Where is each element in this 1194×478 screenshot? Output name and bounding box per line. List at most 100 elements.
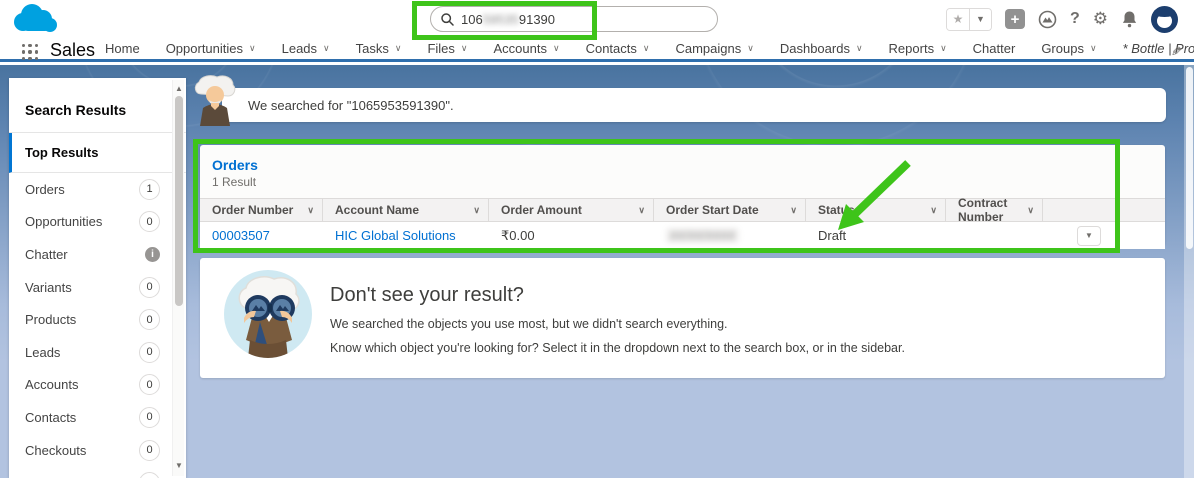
chevron-down-icon[interactable]: ∨	[747, 43, 754, 54]
favorites-dropdown-icon[interactable]: ▼	[968, 8, 991, 30]
global-search-input[interactable]: 106 59535 91390	[430, 6, 718, 32]
tab-contacts[interactable]: Contacts ∨	[586, 41, 650, 56]
sidebar-item-products[interactable]: Products 0	[9, 303, 186, 336]
search-results-sidebar: Search Results Top Results Orders 1 Oppor…	[9, 78, 186, 478]
tab-tasks[interactable]: Tasks ∨	[356, 41, 402, 56]
sidebar-item-variants[interactable]: Variants 0	[9, 271, 186, 304]
sidebar-item-accounts[interactable]: Accounts 0	[9, 369, 186, 402]
chevron-down-icon[interactable]: ∨	[930, 205, 937, 216]
tab-chatter[interactable]: Chatter	[973, 41, 1016, 56]
search-summary-banner: We searched for "1065953591390".	[222, 88, 1166, 122]
tab-opportunities[interactable]: Opportunities ∨	[166, 41, 256, 56]
nav-tab-bar: Home Opportunities ∨ Leads ∨ Tasks ∨ Files ∨…	[105, 41, 1194, 56]
app-name: Sales	[50, 40, 96, 60]
column-header-order-amount[interactable]: Order Amount ∨	[489, 199, 654, 221]
sidebar-item-orders[interactable]: Orders 1	[9, 173, 186, 206]
tab-home[interactable]: Home	[105, 41, 140, 56]
search-value-prefix: 106	[461, 11, 483, 27]
global-header: Sales 106 59535 91390 ★ ▼ + ? ⚙ Home Opp…	[0, 0, 1194, 62]
tab-bottle-product-temp[interactable]: * Bottle | Product∨✕	[1123, 41, 1194, 56]
order-start-date-redacted: ##/##/####	[666, 228, 740, 243]
edit-pencil-icon[interactable]: ✎	[1171, 44, 1182, 60]
chevron-down-icon[interactable]: ∨	[856, 43, 863, 54]
sidebar-item-error-messages[interactable]: Error Messages0	[9, 466, 186, 478]
tab-files[interactable]: Files ∨	[427, 41, 467, 56]
search-value-redacted: 59535	[482, 11, 519, 27]
salesforce-logo-icon	[14, 4, 57, 32]
chevron-down-icon[interactable]: ∨	[307, 205, 314, 216]
chevron-down-icon[interactable]: ∨	[249, 43, 256, 54]
global-actions-icon[interactable]: +	[1004, 9, 1025, 29]
page-scrollbar[interactable]	[1184, 65, 1194, 478]
chevron-down-icon[interactable]: ∨	[395, 43, 402, 54]
chevron-down-icon[interactable]: ∨	[1090, 43, 1097, 54]
scroll-up-icon[interactable]: ▲	[173, 84, 185, 93]
tab-dashboards[interactable]: Dashboards ∨	[780, 41, 863, 56]
column-header-account-name[interactable]: Account Name ∨	[323, 199, 489, 221]
salesforce-search-results-page: Sales 106 59535 91390 ★ ▼ + ? ⚙ Home Opp…	[0, 0, 1194, 478]
column-header-order-number[interactable]: Order Number ∨	[200, 199, 323, 221]
column-header-order-start-date[interactable]: Order Start Date ∨	[654, 199, 806, 221]
app-launcher-icon[interactable]	[22, 44, 39, 61]
sidebar-item-contacts[interactable]: Contacts 0	[9, 401, 186, 434]
favorites-control: ★ ▼	[945, 7, 992, 31]
setup-gear-icon[interactable]: ⚙	[1093, 9, 1108, 29]
count-badge: 0	[139, 276, 160, 298]
header-actions: ★ ▼ + ? ⚙	[945, 5, 1178, 33]
sidebar-item-leads[interactable]: Leads 0	[9, 336, 186, 369]
trailhead-icon[interactable]	[1038, 10, 1057, 29]
notifications-bell-icon[interactable]	[1121, 10, 1138, 28]
chevron-down-icon[interactable]: ∨	[790, 205, 797, 216]
chevron-down-icon[interactable]: ∨	[473, 205, 480, 216]
count-badge: 0	[139, 341, 160, 363]
search-summary-text: We searched for "1065953591390".	[248, 97, 454, 113]
chevron-down-icon[interactable]: ∨	[1027, 205, 1034, 216]
orders-table-header: Order Number ∨ Account Name ∨ Order Amount…	[200, 196, 1165, 224]
chevron-down-icon[interactable]: ∨	[323, 43, 330, 54]
sidebar-item-chatter[interactable]: Chatter i	[9, 238, 186, 271]
user-avatar[interactable]	[1151, 5, 1178, 33]
page-scrollbar-thumb[interactable]	[1185, 67, 1193, 249]
count-badge: 0	[139, 406, 160, 428]
orders-result-card: Orders 1 Result Order Number ∨ Account Na…	[200, 145, 1165, 249]
sidebar-scrollbar[interactable]: ▲ ▼	[172, 80, 184, 476]
tab-reports[interactable]: Reports ∨	[889, 41, 947, 56]
sidebar-item-opportunities[interactable]: Opportunities 0	[9, 206, 186, 239]
count-badge: 0	[139, 374, 160, 396]
column-header-contract-number[interactable]: Contract Number ∨	[946, 196, 1043, 224]
order-status-value: Draft	[818, 228, 847, 243]
favorites-star-icon[interactable]: ★	[946, 8, 969, 30]
sidebar-item-checkouts[interactable]: Checkouts 0	[9, 434, 186, 467]
count-badge: 0	[139, 439, 160, 461]
order-amount-value: ₹0.00	[501, 227, 535, 243]
tab-leads[interactable]: Leads ∨	[282, 41, 330, 56]
chevron-down-icon[interactable]: ∨	[553, 43, 560, 54]
search-value-suffix: 91390	[518, 11, 556, 27]
orders-result-count: 1 Result	[212, 175, 257, 189]
tab-groups[interactable]: Groups ∨	[1041, 41, 1096, 56]
info-icon: i	[145, 246, 160, 262]
order-number-link[interactable]: 00003507	[212, 228, 270, 243]
sidebar-scrollbar-thumb[interactable]	[175, 96, 183, 306]
count-badge: 0	[139, 211, 160, 233]
chevron-down-icon[interactable]: ∨	[461, 43, 468, 54]
account-name-link[interactable]: HIC Global Solutions	[335, 228, 456, 243]
chevron-down-icon[interactable]: ∨	[643, 43, 650, 54]
sidebar-item-top-results[interactable]: Top Results	[9, 133, 186, 173]
einstein-binoculars-icon	[224, 270, 312, 358]
no-result-line1: We searched the objects you use most, bu…	[330, 317, 728, 331]
tab-accounts[interactable]: Accounts ∨	[494, 41, 560, 56]
column-header-status[interactable]: Status ∨	[806, 199, 946, 221]
tab-campaigns[interactable]: Campaigns ∨	[675, 41, 753, 56]
count-badge: 1	[139, 178, 160, 200]
chevron-down-icon[interactable]: ∨	[638, 205, 645, 216]
chevron-down-icon[interactable]: ∨	[940, 43, 947, 54]
help-icon[interactable]: ?	[1070, 10, 1080, 28]
count-badge: 0	[139, 309, 160, 331]
row-actions-dropdown-button[interactable]: ▼	[1077, 225, 1101, 246]
sidebar-title: Search Results	[9, 78, 186, 133]
scroll-down-icon[interactable]: ▼	[173, 461, 185, 470]
column-header-actions	[1043, 199, 1165, 221]
order-table-row[interactable]: 00003507 HIC Global Solutions ₹0.00 ##/#…	[200, 222, 1165, 249]
orders-section-title[interactable]: Orders	[200, 145, 1165, 175]
